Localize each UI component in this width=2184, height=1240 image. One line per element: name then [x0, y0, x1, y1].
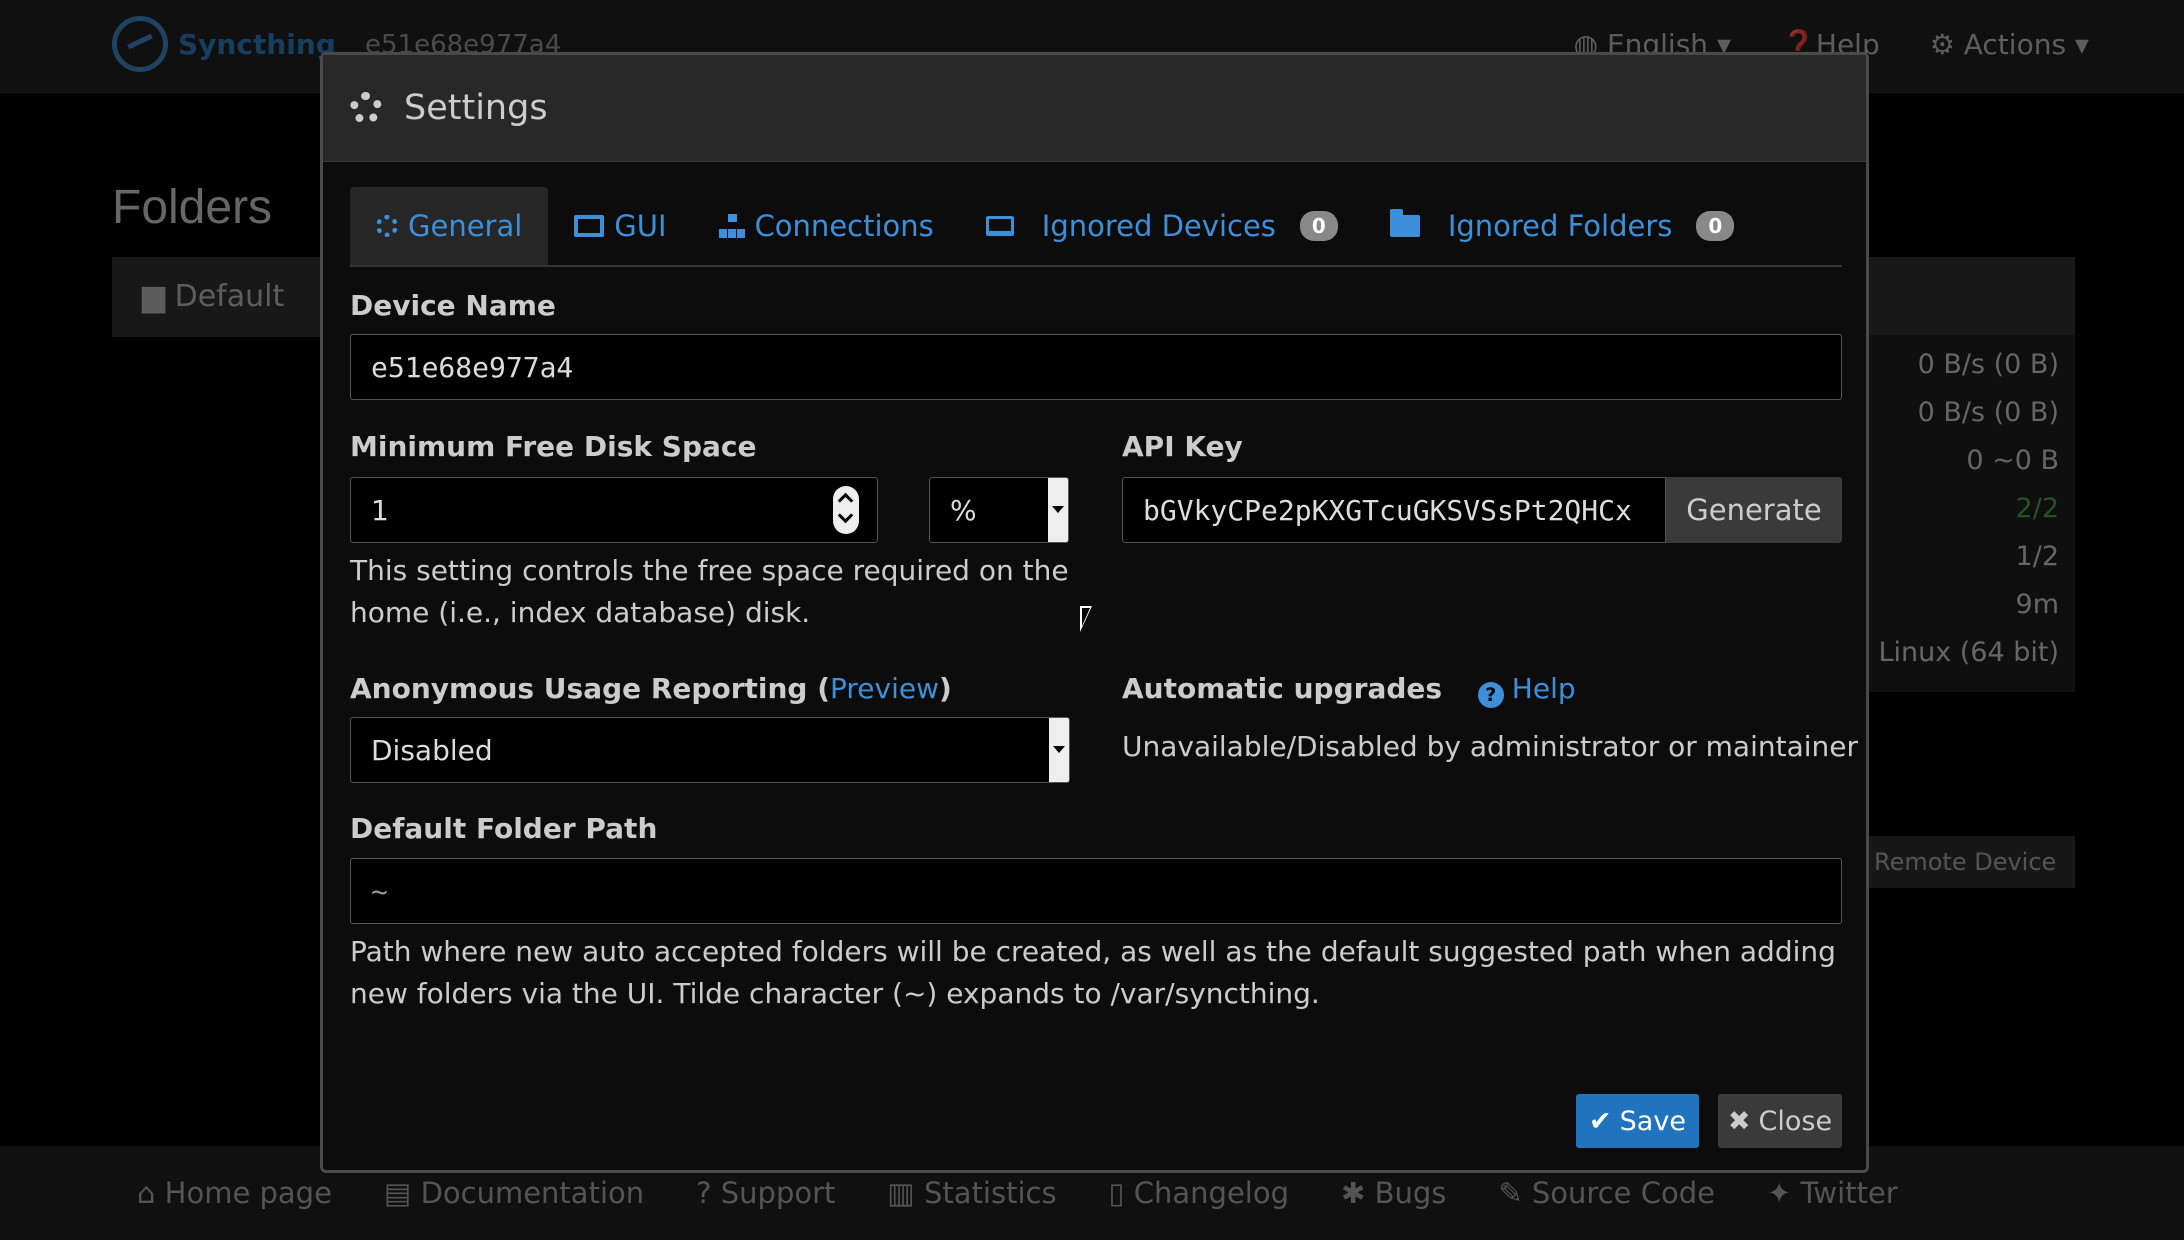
api-key-label: API Key	[1122, 430, 1243, 463]
ignored-devices-count-badge: 0	[1299, 211, 1338, 241]
usage-reporting-label: Anonymous Usage Reporting (Preview)	[350, 672, 952, 705]
auto-upgrades-help-link[interactable]: ? Help	[1477, 672, 1576, 708]
tab-general[interactable]: General	[350, 187, 549, 265]
min-disk-space-value: 1	[371, 493, 389, 527]
min-disk-space-help: This setting controls the free space req…	[350, 554, 1069, 629]
modal-header: Settings	[323, 55, 1866, 162]
folder-icon	[1389, 209, 1420, 237]
settings-modal: Settings General GUI Connections Ignored…	[320, 52, 1869, 1173]
default-folder-path-label: Default Folder Path	[350, 812, 658, 845]
min-disk-space-unit-select[interactable]: %	[929, 477, 1069, 543]
tab-ignored-devices[interactable]: Ignored Devices 0	[960, 187, 1364, 265]
question-icon: ?	[1477, 682, 1504, 708]
network-icon	[718, 214, 745, 238]
gear-icon	[376, 215, 398, 237]
generate-api-key-button[interactable]: Generate	[1666, 477, 1842, 543]
tab-gui[interactable]: GUI	[548, 187, 692, 265]
usage-reporting-value: Disabled	[371, 733, 493, 767]
laptop-icon	[985, 216, 1014, 236]
monitor-icon	[574, 215, 605, 237]
api-key-input[interactable]: bGVkyCPe2pKXGTcuGKSVSsPt2QHCx	[1122, 477, 1666, 543]
modal-title: Settings	[404, 88, 548, 128]
min-disk-space-input[interactable]: 1	[350, 477, 878, 543]
tab-ignored-folders[interactable]: Ignored Folders 0	[1364, 187, 1761, 265]
usage-preview-link[interactable]: Preview	[830, 672, 939, 705]
auto-upgrades-label: Automatic upgrades ? Help	[1122, 672, 1576, 708]
device-name-input[interactable]: e51e68e977a4	[350, 334, 1842, 400]
min-disk-space-label: Minimum Free Disk Space	[350, 430, 757, 463]
mouse-cursor-icon	[1080, 606, 1092, 632]
tab-connections[interactable]: Connections	[693, 187, 960, 265]
auto-upgrades-status: Unavailable/Disabled by administrator or…	[1122, 730, 1859, 763]
usage-reporting-select[interactable]: Disabled	[350, 717, 1070, 783]
default-folder-path-input[interactable]: ~	[350, 858, 1842, 924]
check-icon: ✔	[1589, 1105, 1612, 1137]
close-button[interactable]: ✖ Close	[1718, 1094, 1842, 1148]
gear-icon	[350, 92, 382, 124]
min-disk-space-unit-value: %	[950, 493, 977, 527]
default-folder-path-help: Path where new auto accepted folders wil…	[350, 935, 1836, 1010]
settings-tabs: General GUI Connections Ignored Devices …	[350, 187, 1842, 267]
number-spinner-icon[interactable]	[833, 486, 859, 534]
close-icon: ✖	[1727, 1105, 1751, 1137]
chevron-down-icon	[1049, 718, 1069, 782]
device-name-label: Device Name	[350, 289, 556, 322]
chevron-down-icon	[1048, 478, 1068, 542]
save-button[interactable]: ✔ Save	[1576, 1094, 1699, 1148]
ignored-folders-count-badge: 0	[1696, 211, 1735, 241]
